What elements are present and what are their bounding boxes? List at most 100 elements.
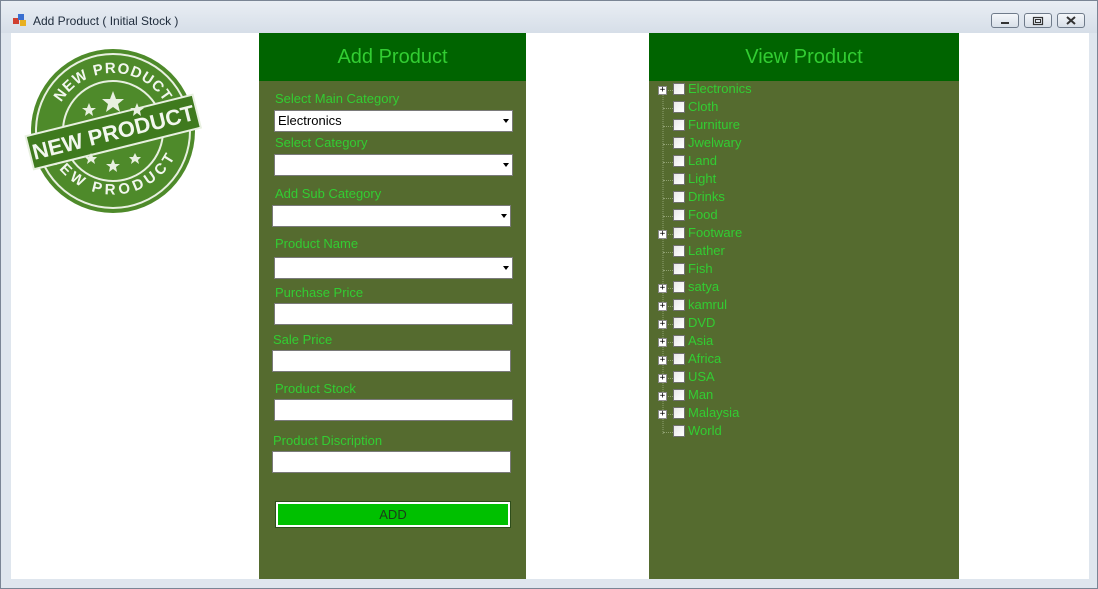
purchase-price-input[interactable] <box>274 303 513 325</box>
tree-node-checkbox[interactable] <box>673 335 685 347</box>
tree-node-checkbox[interactable] <box>673 209 685 221</box>
tree-node-checkbox[interactable] <box>673 155 685 167</box>
tree-node-checkbox[interactable] <box>673 425 685 437</box>
sub-category-label: Add Sub Category <box>275 186 382 201</box>
tree-node-checkbox[interactable] <box>673 317 685 329</box>
tree-connector <box>663 252 673 253</box>
expand-plus-icon[interactable]: + <box>658 356 667 365</box>
tree-node-label[interactable]: satya <box>688 279 719 294</box>
tree-node[interactable]: Cloth <box>649 99 959 117</box>
tree-node[interactable]: + kamrul <box>649 297 959 315</box>
tree-node[interactable]: + DVD <box>649 315 959 333</box>
sub-category-combobox[interactable] <box>272 205 511 227</box>
chevron-down-icon <box>503 119 509 123</box>
tree-node-label[interactable]: Food <box>688 207 718 222</box>
tree-node-checkbox[interactable] <box>673 407 685 419</box>
tree-node[interactable]: + satya <box>649 279 959 297</box>
tree-node-checkbox[interactable] <box>673 353 685 365</box>
tree-node-label[interactable]: Asia <box>688 333 713 348</box>
tree-node-checkbox[interactable] <box>673 227 685 239</box>
tree-node[interactable]: Light <box>649 171 959 189</box>
tree-node-checkbox[interactable] <box>673 137 685 149</box>
description-input[interactable] <box>272 451 511 473</box>
tree-node-label[interactable]: Jwelwary <box>688 135 741 150</box>
expand-plus-icon[interactable]: + <box>658 392 667 401</box>
tree-node-checkbox[interactable] <box>673 245 685 257</box>
tree-node-label[interactable]: Drinks <box>688 189 725 204</box>
tree-node-label[interactable]: Footware <box>688 225 742 240</box>
expand-plus-icon[interactable]: + <box>658 284 667 293</box>
restore-button[interactable] <box>1024 13 1052 28</box>
close-icon <box>1066 16 1076 25</box>
tree-node-label[interactable]: Light <box>688 171 716 186</box>
tree-node[interactable]: + Electronics <box>649 81 959 99</box>
tree-node-checkbox[interactable] <box>673 263 685 275</box>
tree-connector <box>663 270 673 271</box>
tree-node-label[interactable]: Electronics <box>688 81 752 96</box>
tree-node[interactable]: + Man <box>649 387 959 405</box>
client-area: NEW PRODUCT NEW PRODUCT NEW PRODUCT Add … <box>11 33 1089 579</box>
tree-node-label[interactable]: Cloth <box>688 99 718 114</box>
tree-node-checkbox[interactable] <box>673 119 685 131</box>
tree-node[interactable]: Land <box>649 153 959 171</box>
tree-node-label[interactable]: Malaysia <box>688 405 739 420</box>
purchase-price-label: Purchase Price <box>275 285 364 300</box>
main-category-combobox[interactable]: Electronics <box>274 110 513 132</box>
tree-node-label[interactable]: Africa <box>688 351 721 366</box>
expand-plus-icon[interactable]: + <box>658 410 667 419</box>
tree-node[interactable]: + Africa <box>649 351 959 369</box>
add-product-header: Add Product <box>259 33 526 81</box>
tree-node[interactable]: Furniture <box>649 117 959 135</box>
tree-node-label[interactable]: Furniture <box>688 117 740 132</box>
tree-node[interactable]: + Malaysia <box>649 405 959 423</box>
tree-node-label[interactable]: USA <box>688 369 715 384</box>
tree-node[interactable]: + Footware <box>649 225 959 243</box>
main-category-value: Electronics <box>278 113 342 128</box>
tree-node-label[interactable]: World <box>688 423 722 438</box>
expand-plus-icon[interactable]: + <box>658 320 667 329</box>
product-name-combobox[interactable] <box>274 257 513 279</box>
tree-node[interactable]: World <box>649 423 959 441</box>
title-bar[interactable]: Add Product ( Initial Stock ) <box>1 1 1097 33</box>
app-icon <box>13 14 26 26</box>
window-title: Add Product ( Initial Stock ) <box>33 14 179 28</box>
category-combobox[interactable] <box>274 154 513 176</box>
close-button[interactable] <box>1057 13 1085 28</box>
tree-node-label[interactable]: Lather <box>688 243 725 258</box>
expand-plus-icon[interactable]: + <box>658 86 667 95</box>
minimize-button[interactable] <box>991 13 1019 28</box>
tree-node[interactable]: Jwelwary <box>649 135 959 153</box>
tree-node-label[interactable]: kamrul <box>688 297 727 312</box>
tree-node-checkbox[interactable] <box>673 299 685 311</box>
tree-node[interactable]: Lather <box>649 243 959 261</box>
tree-node-label[interactable]: DVD <box>688 315 715 330</box>
tree-connector <box>663 162 673 163</box>
tree-node-label[interactable]: Land <box>688 153 717 168</box>
tree-node[interactable]: Food <box>649 207 959 225</box>
add-button[interactable]: ADD <box>275 501 511 528</box>
tree-node-checkbox[interactable] <box>673 389 685 401</box>
tree-node-label[interactable]: Fish <box>688 261 713 276</box>
tree-node-checkbox[interactable] <box>673 173 685 185</box>
tree-node-checkbox[interactable] <box>673 83 685 95</box>
sale-price-input[interactable] <box>272 350 511 372</box>
tree-connector <box>663 432 673 433</box>
tree-node-label[interactable]: Man <box>688 387 713 402</box>
chevron-down-icon <box>503 266 509 270</box>
tree-connector <box>663 144 673 145</box>
expand-plus-icon[interactable]: + <box>658 374 667 383</box>
tree-node[interactable]: + USA <box>649 369 959 387</box>
tree-node-checkbox[interactable] <box>673 281 685 293</box>
view-product-header: View Product <box>649 33 959 81</box>
tree-node[interactable]: + Asia <box>649 333 959 351</box>
tree-node-checkbox[interactable] <box>673 371 685 383</box>
expand-plus-icon[interactable]: + <box>658 338 667 347</box>
tree-node[interactable]: Fish <box>649 261 959 279</box>
tree-node-checkbox[interactable] <box>673 101 685 113</box>
add-product-panel: Add Product Select Main Category Electro… <box>259 33 526 579</box>
tree-node[interactable]: Drinks <box>649 189 959 207</box>
expand-plus-icon[interactable]: + <box>658 302 667 311</box>
tree-node-checkbox[interactable] <box>673 191 685 203</box>
expand-plus-icon[interactable]: + <box>658 230 667 239</box>
product-stock-input[interactable] <box>274 399 513 421</box>
